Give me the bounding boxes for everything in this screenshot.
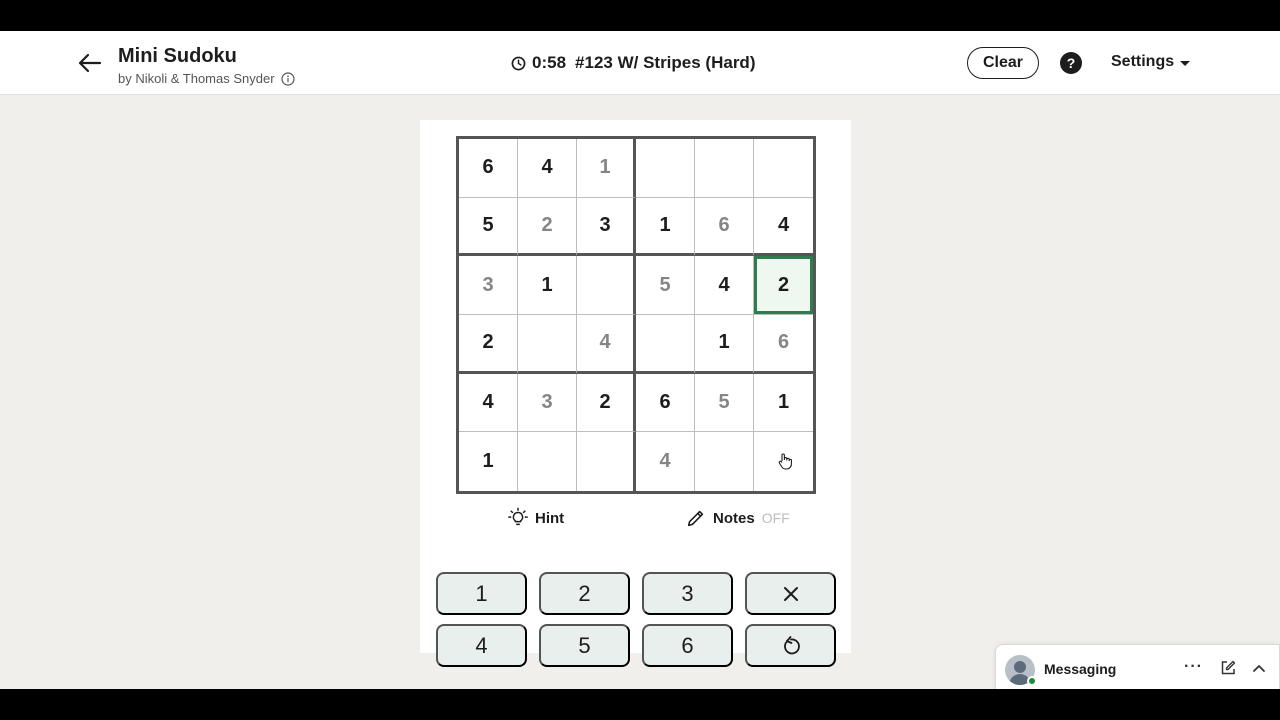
sudoku-cell[interactable]: 2 [754,256,813,315]
sudoku-cell[interactable]: 4 [695,256,754,315]
undo-button[interactable] [745,624,836,667]
notes-label: Notes [713,509,755,527]
caret-down-icon [1180,60,1191,66]
hint-label: Hint [535,509,565,527]
key-2[interactable]: 2 [539,572,630,615]
notes-toggle[interactable]: Notes OFF [685,507,790,529]
sudoku-cell[interactable]: 1 [695,315,754,374]
back-arrow-icon[interactable] [76,49,104,77]
sudoku-cell[interactable]: 5 [636,256,695,315]
sudoku-cell[interactable]: 2 [459,315,518,374]
sudoku-cell[interactable]: 6 [459,139,518,198]
number-pad: 1 2 3 4 5 6 [436,572,836,667]
sudoku-cell[interactable]: 6 [754,315,813,374]
sudoku-cell[interactable] [518,315,577,374]
notes-state: OFF [761,510,790,526]
key-5[interactable]: 5 [539,624,630,667]
sudoku-cell[interactable]: 5 [695,373,754,433]
sudoku-cell[interactable]: 3 [577,197,636,257]
key-4[interactable]: 4 [436,624,527,667]
app-screen: Mini Sudoku by Nikoli & Thomas Snyder 0:… [0,31,1280,689]
more-options-icon[interactable]: ··· [1184,658,1203,676]
sudoku-cell[interactable]: 2 [518,197,577,257]
sudoku-cell[interactable]: 4 [518,139,577,198]
sudoku-cell[interactable]: 1 [636,197,695,257]
messaging-label: Messaging [1044,661,1117,677]
compose-icon[interactable] [1220,660,1236,676]
sudoku-cell[interactable]: 2 [577,373,636,433]
hint-button[interactable]: Hint [507,507,564,529]
sudoku-cell[interactable]: 6 [695,197,754,257]
key-3[interactable]: 3 [642,572,733,615]
sudoku-cell[interactable]: 1 [459,432,518,491]
clock-icon [511,56,526,70]
pencil-icon [687,510,704,527]
online-status-dot [1027,676,1037,686]
page-title: Mini Sudoku [118,45,237,67]
tools-bar: Hint Notes OFF [420,505,851,533]
byline-text: by Nikoli & Thomas Snyder [118,71,275,86]
timer: 0:58 [532,53,567,72]
info-icon[interactable] [280,71,295,86]
sudoku-cell[interactable]: 4 [636,432,695,491]
sudoku-cell[interactable]: 4 [459,373,518,433]
sudoku-cell[interactable]: 3 [518,373,577,433]
key-1[interactable]: 1 [436,572,527,615]
key-6[interactable]: 6 [642,624,733,667]
chevron-up-icon[interactable] [1252,661,1266,675]
sudoku-cell[interactable] [518,432,577,491]
puzzle-name: #123 W/ Stripes (Hard) [575,53,756,72]
sudoku-cell[interactable]: 4 [754,198,813,257]
sudoku-cell[interactable]: 5 [459,197,518,257]
byline: by Nikoli & Thomas Snyder [118,71,295,86]
sudoku-cell[interactable]: 6 [636,373,695,433]
sudoku-cell[interactable] [577,432,636,491]
close-icon [783,586,798,601]
sudoku-cell[interactable] [636,139,695,198]
game-card: 64152316431542241643265114 Hint Notes OF… [420,120,851,667]
header: Mini Sudoku by Nikoli & Thomas Snyder 0:… [0,31,1280,95]
sudoku-cell[interactable] [695,432,754,491]
sudoku-cell[interactable]: 1 [754,374,813,433]
sudoku-cell[interactable] [695,139,754,198]
undo-icon [783,635,800,654]
sudoku-cell[interactable] [577,256,636,315]
settings-dropdown[interactable]: Settings [1111,53,1191,71]
help-icon[interactable]: ? [1060,52,1082,74]
sudoku-cell[interactable]: 3 [459,256,518,315]
messaging-bar[interactable]: Messaging ··· [995,644,1280,689]
sudoku-cell[interactable] [754,139,813,198]
sudoku-cell[interactable]: 1 [518,256,577,315]
lightbulb-icon [508,507,528,526]
clear-button[interactable]: Clear [967,47,1039,79]
sudoku-cell[interactable]: 4 [577,315,636,374]
settings-label: Settings [1111,53,1175,70]
sudoku-cell[interactable] [636,315,695,374]
hand-pointer-icon [778,453,792,470]
sudoku-cell[interactable] [754,432,813,491]
sudoku-grid: 64152316431542241643265114 [456,136,816,494]
puzzle-info: 0:58 #123 W/ Stripes (Hard) [511,53,755,73]
sudoku-cell[interactable]: 1 [577,139,636,198]
erase-button[interactable] [745,572,836,615]
